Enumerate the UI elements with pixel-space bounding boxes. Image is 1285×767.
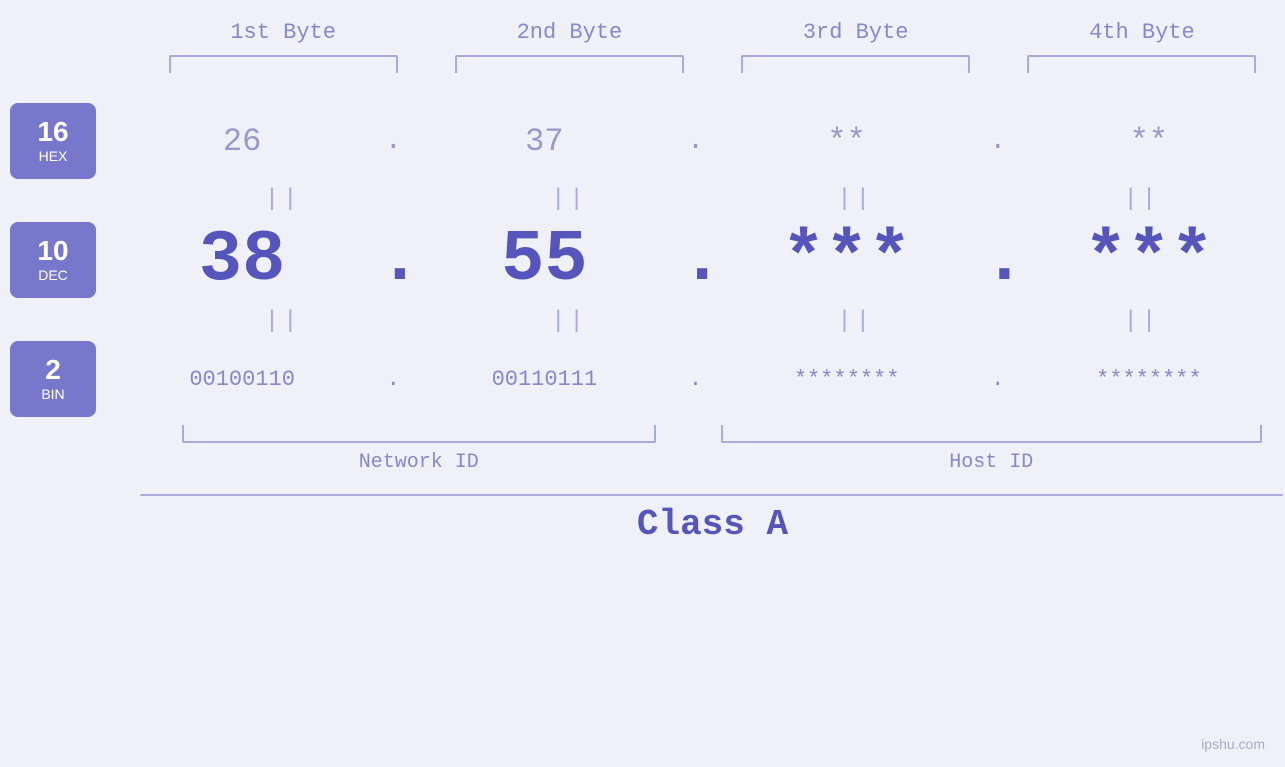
network-id-bracket: Network ID [140, 425, 698, 474]
bin-badge-num: 2 [45, 356, 61, 384]
bin-badge: 2 BIN [10, 341, 96, 417]
dec-row: 10 DEC 38 . 55 . *** . *** [0, 219, 1285, 301]
bin-badge-label: BIN [41, 386, 64, 402]
bin-b4-cell: ******** [1013, 367, 1285, 392]
sep-row-1: || || || || [0, 179, 1285, 219]
main-container: 1st Byte 2nd Byte 3rd Byte 4th Byte 16 H… [0, 0, 1285, 767]
byte4-label: 4th Byte [999, 20, 1285, 45]
dec-b3-value: *** [782, 219, 912, 301]
sep1-bars3: || [837, 186, 874, 213]
hex-b3-value: ** [827, 123, 865, 160]
bin-values: 00100110 . 00110111 . ******** . *******… [106, 367, 1285, 392]
dec-dot2: . [681, 219, 711, 301]
dec-b2-value: 55 [501, 219, 587, 301]
sep1-cell3: || [713, 186, 999, 213]
sep1-bars2: || [551, 186, 588, 213]
header-row: 1st Byte 2nd Byte 3rd Byte 4th Byte [0, 20, 1285, 45]
network-id-bracket-line [182, 425, 656, 443]
watermark: ipshu.com [1201, 736, 1265, 752]
class-label: Class A [140, 504, 1285, 545]
bracket-line-1 [169, 55, 398, 73]
bracket-line-4 [1027, 55, 1256, 73]
dec-dot1: . [378, 219, 408, 301]
bracket-1 [140, 55, 426, 73]
hex-b4-cell: ** [1013, 123, 1285, 160]
hex-b2-value: 37 [525, 123, 563, 160]
hex-dot3: . [983, 126, 1013, 157]
hex-b2-cell: 37 [408, 123, 680, 160]
bin-b1-cell: 00100110 [106, 367, 378, 392]
sep2-bars1: || [265, 308, 302, 335]
bin-dot1: . [378, 367, 408, 392]
hex-values: 26 . 37 . ** . ** [106, 123, 1285, 160]
sep2-cell4: || [999, 308, 1285, 335]
dec-badge-num: 10 [37, 237, 68, 265]
sep2-bars3: || [837, 308, 874, 335]
dec-dot3: . [983, 219, 1013, 301]
host-id-label: Host ID [949, 451, 1033, 474]
dec-b4-cell: *** [1013, 219, 1285, 301]
hex-badge-label: HEX [39, 148, 68, 164]
hex-row: 16 HEX 26 . 37 . ** . ** [0, 103, 1285, 179]
sep2-bars2: || [551, 308, 588, 335]
sep1-bars4: || [1123, 186, 1160, 213]
bin-b3-value: ******** [794, 367, 900, 392]
hex-b1-value: 26 [223, 123, 261, 160]
bin-row: 2 BIN 00100110 . 00110111 . ******** . *… [0, 341, 1285, 417]
dec-values: 38 . 55 . *** . *** [106, 219, 1285, 301]
bracket-4 [999, 55, 1285, 73]
byte1-label: 1st Byte [140, 20, 426, 45]
bracket-line-2 [455, 55, 684, 73]
class-row: Class A [0, 494, 1285, 545]
bin-b1-value: 00100110 [189, 367, 295, 392]
bin-dot2: . [681, 367, 711, 392]
sep1-bars1: || [265, 186, 302, 213]
bottom-bracket-area: Network ID Host ID [0, 425, 1285, 474]
hex-badge-num: 16 [37, 118, 68, 146]
dec-b3-cell: *** [711, 219, 983, 301]
dec-b1-value: 38 [199, 219, 285, 301]
sep2-cell2: || [426, 308, 712, 335]
hex-b3-cell: ** [711, 123, 983, 160]
sep1-cell2: || [426, 186, 712, 213]
dec-b2-cell: 55 [408, 219, 680, 301]
host-id-bracket-line [721, 425, 1262, 443]
byte3-label: 3rd Byte [713, 20, 999, 45]
bin-b2-cell: 00110111 [408, 367, 680, 392]
class-bracket-line [140, 494, 1283, 496]
sep2-cell3: || [713, 308, 999, 335]
network-id-label: Network ID [359, 451, 479, 474]
dec-b4-value: *** [1084, 219, 1214, 301]
bracket-3 [713, 55, 999, 73]
bracket-2 [426, 55, 712, 73]
bin-b4-value: ******** [1096, 367, 1202, 392]
hex-b1-cell: 26 [106, 123, 378, 160]
dec-badge-label: DEC [38, 267, 68, 283]
host-id-bracket: Host ID [698, 425, 1285, 474]
sep2-cell1: || [140, 308, 426, 335]
hex-b4-value: ** [1130, 123, 1168, 160]
sep1-cell4: || [999, 186, 1285, 213]
hex-badge: 16 HEX [10, 103, 96, 179]
bin-b2-value: 00110111 [492, 367, 598, 392]
bracket-line-3 [741, 55, 970, 73]
bin-b3-cell: ******** [711, 367, 983, 392]
hex-dot2: . [681, 126, 711, 157]
bin-dot3: . [983, 367, 1013, 392]
top-brackets [0, 55, 1285, 73]
sep1-cell1: || [140, 186, 426, 213]
sep-row-2: || || || || [0, 301, 1285, 341]
byte2-label: 2nd Byte [426, 20, 712, 45]
sep2-bars4: || [1123, 308, 1160, 335]
dec-badge: 10 DEC [10, 222, 96, 298]
dec-b1-cell: 38 [106, 219, 378, 301]
hex-dot1: . [378, 126, 408, 157]
